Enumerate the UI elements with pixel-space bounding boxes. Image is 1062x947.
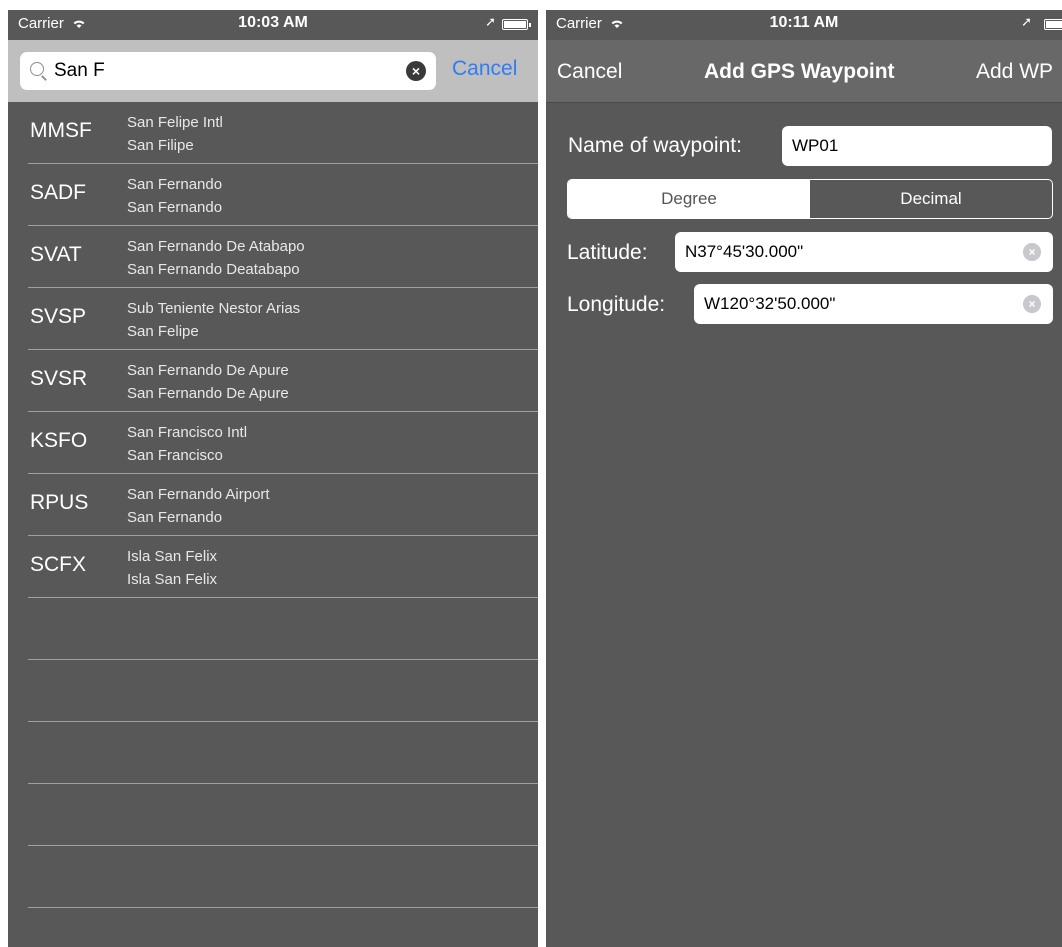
list-item[interactable]: SVSR San Fernando De Apure San Fernando … [8,350,538,412]
clear-search-icon[interactable]: × [406,61,426,81]
empty-row [8,846,538,908]
search-field[interactable]: × [20,52,436,90]
latitude-value: N37°45'30.000" [685,242,804,261]
status-time: 10:11 AM [769,14,839,31]
empty-row [8,784,538,846]
airport-code: KSFO [30,429,88,452]
empty-row [8,598,538,660]
coordinate-format-control: Degree Decimal [567,179,1053,219]
battery-icon [1044,19,1062,30]
airport-city: San Fernando Deatabapo [127,261,300,278]
airport-code: SVSP [30,305,87,328]
list-item[interactable]: RPUS San Fernando Airport San Fernando [8,474,538,536]
list-item[interactable]: SADF San Fernando San Fernando [8,164,538,226]
airport-code: SCFX [30,553,87,576]
list-item[interactable]: SVAT San Fernando De Atabapo San Fernand… [8,226,538,288]
airport-city: San Fernando [127,509,223,526]
airport-city: San Fernando [127,199,223,216]
location-arrow-icon: ➚ [485,14,496,29]
airport-search-screen: Carrier 10:03 AM ➚ × Cancel MMSF San Fel… [8,10,538,947]
list-item[interactable]: SCFX Isla San Felix Isla San Felix [8,536,538,598]
latitude-label: Latitude: [567,241,648,264]
airport-name: San Fernando [127,176,223,193]
status-time: 10:03 AM [238,14,308,31]
airport-code: RPUS [30,491,89,514]
airport-name: San Fernando Airport [127,486,270,503]
clear-latitude-icon[interactable]: × [1023,243,1041,261]
clear-longitude-icon[interactable]: × [1023,295,1041,313]
airport-code: SVAT [30,243,82,266]
longitude-label: Longitude: [567,293,666,316]
list-item[interactable]: KSFO San Francisco Intl San Francisco [8,412,538,474]
status-bar: Carrier 10:11 AM ➚ [546,10,1062,40]
airport-name: San Francisco Intl [127,424,248,441]
cancel-button[interactable]: Cancel [557,60,622,84]
airport-name: San Fernando De Apure [127,362,289,379]
segment-decimal[interactable]: Decimal [810,180,1052,218]
airport-name: Sub Teniente Nestor Arias [127,300,301,317]
status-bar: Carrier 10:03 AM ➚ [8,10,538,40]
airport-city: San Francisco [127,447,223,464]
empty-row [8,660,538,722]
airport-name: San Felipe Intl [127,114,223,131]
airport-results-list: MMSF San Felipe Intl San Filipe SADF San… [8,102,538,908]
search-input[interactable] [54,52,384,90]
navigation-bar: Cancel Add GPS Waypoint Add WP [546,40,1062,103]
list-item[interactable]: MMSF San Felipe Intl San Filipe [8,102,538,164]
longitude-value: W120°32'50.000" [704,294,836,313]
longitude-field[interactable]: W120°32'50.000" × [694,284,1053,324]
segment-degree[interactable]: Degree [568,180,810,218]
airport-name: Isla San Felix [127,548,218,565]
location-arrow-icon: ➚ [1021,14,1032,29]
empty-row [8,722,538,784]
airport-city: San Filipe [127,137,194,154]
add-waypoint-screen: Carrier 10:11 AM ➚ Cancel Add GPS Waypoi… [546,10,1062,947]
waypoint-name-value: WP01 [792,136,839,155]
add-waypoint-button[interactable]: Add WP [976,60,1053,84]
battery-icon [502,19,531,30]
latitude-field[interactable]: N37°45'30.000" × [675,232,1053,272]
airport-code: SADF [30,181,87,204]
airport-code: SVSR [30,367,88,390]
page-title: Add GPS Waypoint [704,60,895,83]
search-icon [30,62,44,76]
airport-city: Isla San Felix [127,571,218,588]
waypoint-name-label: Name of waypoint: [568,134,742,157]
list-item[interactable]: SVSP Sub Teniente Nestor Arias San Felip… [8,288,538,350]
airport-city: San Felipe [127,323,199,340]
cancel-search-button[interactable]: Cancel [452,57,517,81]
airport-name: San Fernando De Atabapo [127,238,305,255]
search-bar: × Cancel [8,40,538,102]
waypoint-name-field[interactable]: WP01 [782,126,1052,166]
airport-city: San Fernando De Apure [127,385,289,402]
airport-code: MMSF [30,119,92,142]
